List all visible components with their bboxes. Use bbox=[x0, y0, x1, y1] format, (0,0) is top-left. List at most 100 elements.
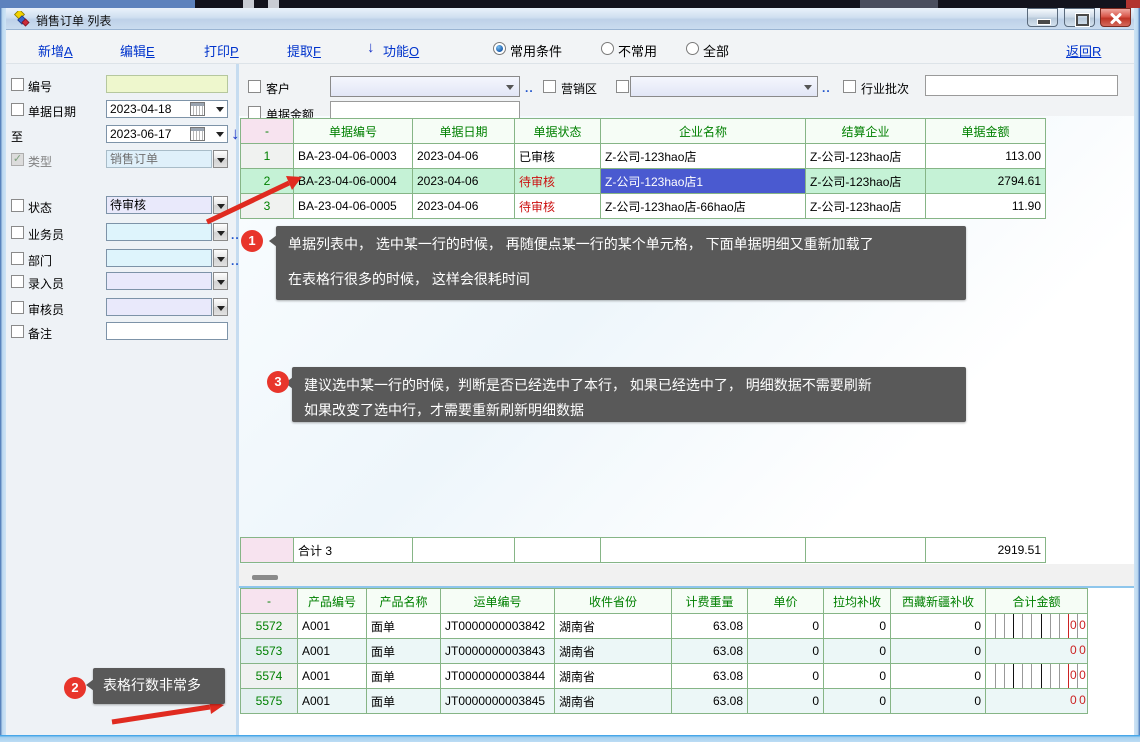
cell-settle[interactable]: Z-公司-123hao店 bbox=[806, 144, 926, 169]
column-header[interactable]: - bbox=[241, 119, 294, 144]
cell-price[interactable]: 0 bbox=[748, 689, 824, 714]
cell-company[interactable]: Z-公司-123hao店 bbox=[601, 144, 806, 169]
row-number[interactable]: 2 bbox=[241, 169, 294, 194]
cell-date[interactable]: 2023-04-06 bbox=[413, 169, 515, 194]
print-button[interactable]: 打印P bbox=[204, 41, 239, 60]
cell-amount[interactable]: 11.90 bbox=[926, 194, 1046, 219]
entry-clerk-combo[interactable] bbox=[106, 272, 212, 290]
minimize-button[interactable] bbox=[1027, 8, 1058, 27]
cell-code[interactable]: BA-23-04-06-0003 bbox=[294, 144, 413, 169]
splitter-handle[interactable] bbox=[252, 575, 278, 580]
marketing-area-combo[interactable] bbox=[630, 76, 818, 97]
cell-company-selected[interactable]: Z-公司-123hao店1 bbox=[601, 169, 806, 194]
column-header[interactable]: 单据金额 bbox=[926, 119, 1046, 144]
date-from-dropdown[interactable] bbox=[212, 100, 227, 118]
cell-surcharge2[interactable]: 0 bbox=[891, 664, 986, 689]
status-dropdown[interactable] bbox=[213, 196, 228, 214]
cell-weight[interactable]: 63.08 bbox=[672, 689, 748, 714]
row-number[interactable]: 1 bbox=[241, 144, 294, 169]
checkbox-entry-clerk[interactable] bbox=[11, 275, 24, 288]
cell-surcharge1[interactable]: 0 bbox=[824, 689, 891, 714]
cell-waybill[interactable]: JT0000000003842 bbox=[441, 614, 555, 639]
cell-weight[interactable]: 63.08 bbox=[672, 614, 748, 639]
cell-status[interactable]: 待审核 bbox=[515, 194, 601, 219]
checkbox-remark[interactable] bbox=[11, 325, 24, 338]
cell-total-ledger[interactable]: 00 bbox=[986, 639, 1088, 664]
return-button[interactable]: 返回R bbox=[1066, 41, 1101, 60]
auditor-dropdown[interactable] bbox=[213, 298, 228, 316]
cell-surcharge1[interactable]: 0 bbox=[824, 664, 891, 689]
cell-date[interactable]: 2023-04-06 bbox=[413, 194, 515, 219]
function-button[interactable]: 功能O bbox=[383, 41, 419, 60]
department-dropdown[interactable] bbox=[213, 249, 228, 267]
row-number[interactable]: 5574 bbox=[241, 664, 298, 689]
cell-date[interactable]: 2023-04-06 bbox=[413, 144, 515, 169]
code-input[interactable] bbox=[106, 75, 228, 93]
department-combo[interactable] bbox=[106, 249, 212, 267]
cell-settle[interactable]: Z-公司-123hao店 bbox=[806, 169, 926, 194]
cell-product-name[interactable]: 面单 bbox=[367, 614, 441, 639]
cell-weight[interactable]: 63.08 bbox=[672, 664, 748, 689]
column-header[interactable]: 单据日期 bbox=[413, 119, 515, 144]
checkbox-industry-batch[interactable] bbox=[843, 80, 856, 93]
column-header[interactable]: 合计金额 bbox=[986, 589, 1088, 614]
row-number[interactable]: 3 bbox=[241, 194, 294, 219]
extract-button[interactable]: 提取F bbox=[287, 41, 321, 60]
checkbox-department[interactable] bbox=[11, 252, 24, 265]
salesman-picker-dots[interactable]: .. bbox=[231, 228, 240, 242]
cell-province[interactable]: 湖南省 bbox=[555, 639, 672, 664]
cell-price[interactable]: 0 bbox=[748, 639, 824, 664]
customer-picker-dots[interactable]: .. bbox=[525, 81, 534, 95]
date-jump-arrow-icon[interactable]: ↓ bbox=[231, 124, 240, 144]
status-combo[interactable]: 待审核 bbox=[106, 196, 212, 214]
cell-price[interactable]: 0 bbox=[748, 614, 824, 639]
industry-batch-input[interactable] bbox=[925, 75, 1118, 96]
cell-company[interactable]: Z-公司-123hao店-66hao店 bbox=[601, 194, 806, 219]
date-to-field[interactable]: 2023-06-17 bbox=[106, 125, 228, 143]
calendar-icon[interactable] bbox=[190, 102, 205, 116]
cell-product-code[interactable]: A001 bbox=[298, 664, 367, 689]
cell-province[interactable]: 湖南省 bbox=[555, 689, 672, 714]
cell-code[interactable]: BA-23-04-06-0005 bbox=[294, 194, 413, 219]
department-picker-dots[interactable]: .. bbox=[231, 254, 240, 268]
cell-total-ledger[interactable]: 00 bbox=[986, 614, 1088, 639]
column-header[interactable]: 单价 bbox=[748, 589, 824, 614]
radio-all[interactable] bbox=[686, 42, 699, 55]
checkbox-marketing-area-2[interactable] bbox=[616, 80, 629, 93]
cell-settle[interactable]: Z-公司-123hao店 bbox=[806, 194, 926, 219]
cell-waybill[interactable]: JT0000000003844 bbox=[441, 664, 555, 689]
cell-surcharge2[interactable]: 0 bbox=[891, 614, 986, 639]
column-header[interactable]: 单据编号 bbox=[294, 119, 413, 144]
column-header[interactable]: 运单编号 bbox=[441, 589, 555, 614]
marketing-area-picker-dots[interactable]: .. bbox=[822, 81, 831, 95]
cell-surcharge1[interactable]: 0 bbox=[824, 614, 891, 639]
column-header[interactable]: 产品名称 bbox=[367, 589, 441, 614]
checkbox-auditor[interactable] bbox=[11, 301, 24, 314]
row-number[interactable]: 5572 bbox=[241, 614, 298, 639]
checkbox-marketing-area[interactable] bbox=[543, 80, 556, 93]
new-button[interactable]: 新增A bbox=[38, 41, 73, 60]
radio-common-conditions[interactable] bbox=[493, 42, 506, 55]
column-header[interactable]: - bbox=[241, 589, 298, 614]
cell-amount[interactable]: 113.00 bbox=[926, 144, 1046, 169]
column-header[interactable]: 计费重量 bbox=[672, 589, 748, 614]
checkbox-code[interactable] bbox=[11, 78, 24, 91]
column-header[interactable]: 企业名称 bbox=[601, 119, 806, 144]
edit-button[interactable]: 编辑E bbox=[120, 41, 155, 60]
cell-amount[interactable]: 2794.61 bbox=[926, 169, 1046, 194]
auditor-combo[interactable] bbox=[106, 298, 212, 316]
checkbox-date[interactable] bbox=[11, 103, 24, 116]
cell-waybill[interactable]: JT0000000003845 bbox=[441, 689, 555, 714]
cell-surcharge2[interactable]: 0 bbox=[891, 689, 986, 714]
column-header[interactable]: 拉均补收 bbox=[824, 589, 891, 614]
cell-total-ledger[interactable]: 00 bbox=[986, 664, 1088, 689]
cell-product-code[interactable]: A001 bbox=[298, 639, 367, 664]
maximize-button[interactable] bbox=[1064, 8, 1095, 27]
column-header[interactable]: 结算企业 bbox=[806, 119, 926, 144]
cell-total-ledger[interactable]: 00 bbox=[986, 689, 1088, 714]
cell-product-name[interactable]: 面单 bbox=[367, 639, 441, 664]
cell-province[interactable]: 湖南省 bbox=[555, 664, 672, 689]
close-button[interactable] bbox=[1100, 8, 1131, 27]
radio-uncommon[interactable] bbox=[601, 42, 614, 55]
column-header[interactable]: 单据状态 bbox=[515, 119, 601, 144]
